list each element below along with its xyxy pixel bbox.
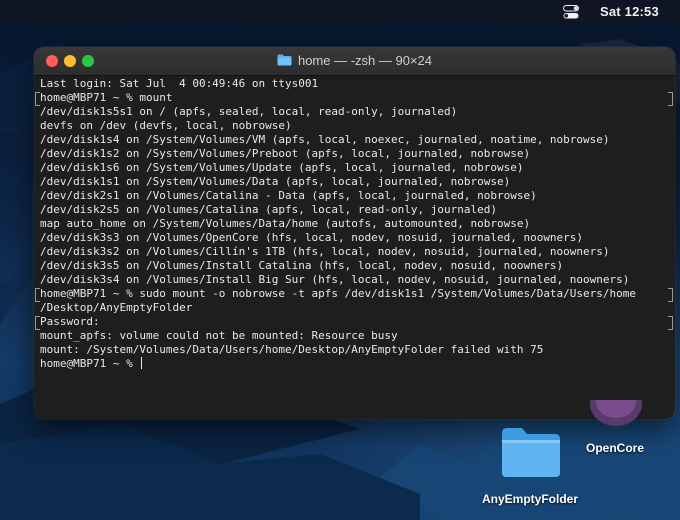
- terminal-line: mount_apfs: volume could not be mounted:…: [40, 329, 398, 342]
- menu-bar: Sat 12:53: [0, 0, 680, 24]
- terminal-line: Password:: [40, 315, 100, 328]
- terminal-prompt: home@MBP71 ~ %: [40, 357, 140, 370]
- window-title-text: home — -zsh — 90×24: [297, 53, 433, 68]
- terminal-line: /dev/disk2s5 on /Volumes/Catalina (apfs,…: [40, 203, 497, 216]
- window-titlebar[interactable]: home — -zsh — 90×24: [34, 47, 675, 76]
- terminal-line: mount: /System/Volumes/Data/Users/home/D…: [40, 343, 544, 356]
- desktop-item-label: OpenCore: [585, 441, 644, 455]
- terminal-line: /dev/disk1s2 on /System/Volumes/Preboot …: [40, 147, 531, 160]
- folder-icon: [277, 54, 292, 66]
- terminal-line: Last login: Sat Jul 4 00:49:46 on ttys00…: [40, 77, 319, 90]
- mark-bracket-right: [668, 92, 673, 106]
- terminal-line: devfs on /dev (devfs, local, nobrowse): [40, 119, 292, 132]
- terminal-line: /dev/disk3s5 on /Volumes/Install Catalin…: [40, 259, 564, 272]
- terminal-line: /dev/disk1s5s1 on / (apfs, sealed, local…: [40, 105, 458, 118]
- terminal-line: /dev/disk2s1 on /Volumes/Catalina - Data…: [40, 189, 537, 202]
- desktop-item-label: AnyEmptyFolder: [481, 492, 578, 506]
- terminal-line: /dev/disk1s1 on /System/Volumes/Data (ap…: [40, 175, 511, 188]
- mark-bracket-right: [668, 316, 673, 330]
- menu-bar-clock[interactable]: Sat 12:53: [600, 4, 659, 19]
- desktop-item-opencore[interactable]: OpenCore: [570, 441, 660, 455]
- terminal-prompt-line: home@MBP71 ~ % sudo mount -o nobrowse -t…: [40, 287, 637, 300]
- terminal-line: /Desktop/AnyEmptyFolder: [40, 301, 193, 314]
- desktop-item-anyemptyfolder[interactable]: AnyEmptyFolder: [470, 492, 590, 506]
- control-center-icon[interactable]: [563, 5, 579, 19]
- folder-icon[interactable]: [500, 425, 562, 479]
- terminal-prompt-line[interactable]: home@MBP71 ~ %: [40, 357, 143, 371]
- disk-icon[interactable]: [588, 400, 644, 430]
- terminal-line: /dev/disk3s4 on /Volumes/Install Big Sur…: [40, 273, 630, 286]
- terminal-output[interactable]: Last login: Sat Jul 4 00:49:46 on ttys00…: [34, 76, 675, 419]
- terminal-line: map auto_home on /System/Volumes/Data/ho…: [40, 217, 531, 230]
- terminal-prompt-line: home@MBP71 ~ % mount: [40, 91, 173, 104]
- terminal-line: /dev/disk3s3 on /Volumes/OpenCore (hfs, …: [40, 231, 584, 244]
- window-title: home — -zsh — 90×24: [34, 53, 675, 68]
- mark-bracket-right: [668, 288, 673, 302]
- terminal-line: /dev/disk1s6 on /System/Volumes/Update (…: [40, 161, 524, 174]
- text-cursor: [141, 357, 143, 369]
- terminal-line: /dev/disk1s4 on /System/Volumes/VM (apfs…: [40, 133, 610, 146]
- terminal-line: /dev/disk3s2 on /Volumes/Cillín's 1TB (h…: [40, 245, 610, 258]
- terminal-window[interactable]: home — -zsh — 90×24 Last login: Sat Jul …: [34, 47, 675, 419]
